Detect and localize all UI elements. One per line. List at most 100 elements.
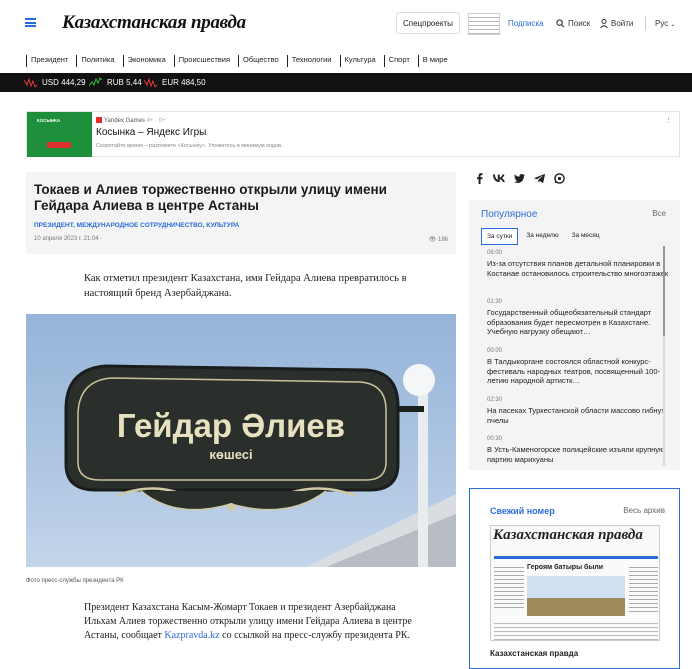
ticker-label: USD 444,29 <box>42 78 86 87</box>
popular-item-title[interactable]: На пасеках Туркестанской области массово… <box>487 406 672 425</box>
language-select[interactable]: Рус ⌄ <box>655 19 676 28</box>
ad-image-text: КОСЫНКА <box>37 118 61 123</box>
nav-item[interactable]: Спорт <box>383 55 418 67</box>
popular-widget: Популярное Все За сутки За неделю За месяц… <box>469 200 680 470</box>
popular-item-time: 01:30 <box>487 299 503 305</box>
article-tags[interactable]: ПРЕЗИДЕНТ, МЕЖДУНАРОДНОЕ СОТРУДНИЧЕСТВО,… <box>34 222 239 229</box>
site-logo[interactable]: Казахстанская правда <box>62 12 246 34</box>
user-icon <box>600 19 608 29</box>
article-photo: Гейдар Әлиев көшесі <box>26 314 456 567</box>
article-body: Президент Казахстана Касым-Жомарт Токаев… <box>84 601 414 643</box>
eye-icon: 👁 <box>428 237 437 243</box>
popular-all-link[interactable]: Все <box>652 209 666 218</box>
header-divider <box>645 16 646 30</box>
cover-headline: Героям батыры были <box>527 564 604 571</box>
trend-down-icon <box>144 77 158 88</box>
search-link[interactable]: Поиск <box>556 19 590 28</box>
login-link[interactable]: Войти <box>600 19 634 29</box>
twitter-icon[interactable] <box>513 172 525 184</box>
nav-item[interactable]: В мире <box>417 55 456 67</box>
special-projects-button[interactable]: Спецпроекты <box>396 12 460 34</box>
cover-photo <box>527 576 625 616</box>
popular-item-time: 00:30 <box>487 436 503 442</box>
language-label: Рус <box>655 19 669 28</box>
newspaper-cover[interactable]: Казахстанская правда Героям батыры были <box>490 525 660 641</box>
yandex-icon <box>96 117 102 123</box>
popular-item-title[interactable]: Из-за отсутствия планов детальной планир… <box>487 259 672 278</box>
popular-item[interactable]: 00:00 В Талдыкоргане состоялся областной … <box>487 348 672 386</box>
fresh-issue-title: Свежий номер <box>490 506 555 516</box>
trend-down-icon <box>24 77 38 88</box>
body-text-2: со ссылкой на пресс-службу президента РК… <box>219 630 410 641</box>
chevron-down-icon: ⌄ <box>670 22 676 28</box>
fresh-issue-widget: Свежий номер Весь архив Казахстанская пр… <box>469 488 680 669</box>
cover-column-right <box>629 564 658 614</box>
fresh-issue-caption[interactable]: Казахстанская правда <box>490 649 578 658</box>
currency-ticker: USD 444,29 RUB 5,44 EUR 484,50 <box>0 73 692 92</box>
login-label: Войти <box>611 19 634 28</box>
popular-item-time: 06:00 <box>487 250 503 256</box>
ad-source: Yandex Games 4+ · 0+ <box>96 117 166 124</box>
popular-item[interactable]: 06:00 Из-за отсутствия планов детальной п… <box>487 250 672 278</box>
scrollbar-thumb[interactable] <box>663 246 665 336</box>
social-share-bar <box>473 172 573 184</box>
ticker-item[interactable]: EUR 484,50 <box>144 77 206 88</box>
telegram-icon[interactable] <box>533 172 545 184</box>
newspaper-masthead: Казахстанская правда <box>493 527 643 543</box>
nav-item[interactable]: Политика <box>76 55 122 67</box>
cover-column <box>494 564 524 608</box>
ticker-label: RUB 5,44 <box>107 78 142 87</box>
nav-item[interactable]: Происшествия <box>173 55 238 67</box>
ad-banner[interactable]: КОСЫНКА Yandex Games 4+ · 0+ Косынка – Я… <box>26 111 680 157</box>
article-title: Токаев и Алиев торжественно открыли улиц… <box>34 182 387 213</box>
cover-text-block <box>494 620 658 640</box>
ticker-item[interactable]: RUB 5,44 <box>89 77 142 88</box>
view-count-value: 196 <box>437 237 448 243</box>
popular-item-time: 00:00 <box>487 348 503 354</box>
nav-item[interactable]: Культура <box>339 55 384 67</box>
masthead-rule <box>494 556 658 559</box>
article-header: Токаев и Алиев торжественно открыли улиц… <box>26 172 456 254</box>
search-icon <box>556 19 565 28</box>
menu-icon[interactable] <box>25 18 36 27</box>
popular-tab[interactable]: За сутки <box>481 228 519 245</box>
popular-tab[interactable]: За месяц <box>567 228 605 245</box>
popular-item[interactable]: 00:30 В Усть-Каменогорске полицейские изъ… <box>487 436 672 464</box>
popular-item-title[interactable]: Государственный общеобязательный стандар… <box>487 308 672 337</box>
ad-age-rating: 4+ · 0+ <box>146 118 166 124</box>
nav-item[interactable]: Общество <box>238 55 287 67</box>
article-lead: Как отметил президент Казахстана, имя Ге… <box>84 273 407 299</box>
nav-item[interactable]: Президент <box>26 55 76 67</box>
subscribe-link[interactable]: Подписка <box>508 19 544 28</box>
popular-item-title[interactable]: В Усть-Каменогорске полицейские изъяли к… <box>487 445 672 464</box>
ad-play-button[interactable] <box>47 142 71 148</box>
more-options-icon[interactable]: ⋮ <box>665 116 672 124</box>
article-date: 10 апреля 2023 г. 21:04 · <box>34 236 103 242</box>
top-header: Казахстанская правда Спецпроекты Подписк… <box>0 0 692 48</box>
popular-item-time: 02:30 <box>487 397 503 403</box>
sign-main-text: Гейдар Әлиев <box>117 407 345 444</box>
popular-scrollbar[interactable] <box>663 246 665 466</box>
source-link[interactable]: Kazpravda.kz <box>164 630 219 641</box>
vk-icon[interactable] <box>493 172 505 184</box>
popular-tabs: За сутки За неделю За месяц <box>481 228 608 245</box>
facebook-icon[interactable] <box>473 172 485 184</box>
ticker-label: EUR 484,50 <box>162 78 206 87</box>
ad-image[interactable]: КОСЫНКА <box>27 112 92 157</box>
ticker-item[interactable]: USD 444,29 <box>24 77 86 88</box>
main-nav: Президент Политика Экономика Происшествия Об… <box>26 55 456 67</box>
popular-item[interactable]: 02:30 На пасеках Туркестанской области ма… <box>487 397 672 425</box>
whatsapp-icon[interactable] <box>553 172 565 184</box>
view-count: 👁 196 <box>429 236 448 243</box>
popular-item-title[interactable]: В Талдыкоргане состоялся областной конку… <box>487 357 672 386</box>
popular-tab[interactable]: За неделю <box>521 228 563 245</box>
photo-caption: Фото пресс-службы президента РК <box>26 578 124 584</box>
archive-link[interactable]: Весь архив <box>623 506 665 515</box>
nav-item[interactable]: Технологии <box>286 55 340 67</box>
ad-source-label: Yandex Games <box>104 118 145 124</box>
popular-title: Популярное <box>481 209 538 220</box>
popular-item[interactable]: 01:30 Государственный общеобязательный ст… <box>487 299 672 337</box>
nav-item[interactable]: Экономика <box>122 55 174 67</box>
newspaper-thumbnail[interactable] <box>468 13 500 35</box>
ad-title[interactable]: Косынка – Яндекс Игры <box>96 127 206 138</box>
